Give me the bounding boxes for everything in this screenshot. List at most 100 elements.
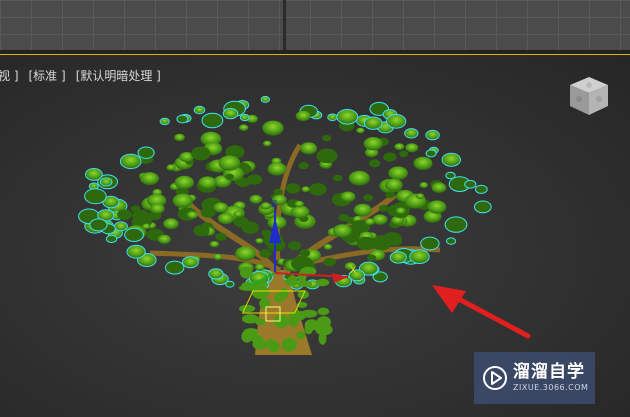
leaf-cluster bbox=[383, 152, 397, 162]
play-logo-icon bbox=[483, 366, 507, 390]
leaf-cluster bbox=[366, 254, 377, 262]
leaf-cluster bbox=[363, 137, 383, 151]
leaf-cluster bbox=[174, 133, 185, 142]
leaf-cluster bbox=[249, 194, 263, 204]
leaf-cluster bbox=[208, 268, 224, 280]
leaf-cluster bbox=[445, 171, 456, 180]
perspective-viewport[interactable]: Z X 视 ] [标准 ] [默认明暗处理 ] 溜溜自学 ZIXUE.3066.… bbox=[0, 54, 630, 417]
watermark-url: ZIXUE.3066.COM bbox=[513, 383, 589, 392]
leaf-cluster bbox=[425, 149, 437, 158]
viewport-label-view[interactable]: 视 ] bbox=[0, 67, 19, 84]
leaf-cluster bbox=[356, 236, 376, 251]
leaf-cluster bbox=[259, 248, 272, 258]
leaf-cluster bbox=[119, 153, 142, 170]
viewport-labels: 视 ] [标准 ] [默认明暗处理 ] bbox=[0, 67, 161, 84]
leaf-cluster bbox=[441, 152, 461, 167]
leaf-cluster bbox=[394, 143, 405, 151]
leaf-cluster bbox=[353, 203, 372, 217]
leaf-cluster bbox=[340, 191, 356, 202]
leaf-cluster bbox=[348, 170, 370, 186]
leaf-cluster bbox=[427, 200, 447, 214]
leaf-cluster bbox=[213, 253, 223, 261]
leaf-cluster bbox=[294, 200, 304, 208]
leaf-cluster bbox=[395, 207, 406, 215]
leaf-cluster bbox=[191, 146, 211, 161]
leaf-cluster bbox=[285, 183, 301, 194]
leaf-cluster bbox=[332, 174, 343, 182]
leaf-cluster bbox=[318, 332, 327, 345]
leaf-cluster bbox=[186, 211, 198, 220]
leaf-cluster bbox=[263, 140, 272, 147]
leaf-cluster bbox=[182, 256, 199, 269]
leaf-cluster bbox=[239, 266, 253, 279]
leaf-cluster bbox=[140, 172, 159, 186]
leaf-cluster bbox=[399, 150, 409, 157]
leaf-cluster bbox=[260, 202, 271, 210]
leaf-cluster bbox=[273, 188, 284, 196]
leaf-cluster bbox=[217, 213, 234, 225]
leaf-cluster bbox=[405, 143, 419, 153]
leaf-cluster bbox=[295, 110, 311, 122]
top-viewport-grid[interactable] bbox=[0, 0, 630, 50]
leaf-cluster bbox=[241, 221, 260, 234]
leaf-cluster bbox=[288, 318, 299, 328]
leaf-cluster bbox=[285, 277, 298, 286]
leaf-cluster bbox=[409, 249, 430, 264]
leaf-cluster bbox=[363, 194, 374, 202]
leaf-cluster bbox=[323, 257, 336, 267]
leaf-cluster bbox=[166, 164, 176, 171]
leaf-cluster bbox=[262, 120, 284, 136]
leaf-cluster bbox=[386, 114, 407, 129]
leaf-cluster bbox=[193, 105, 206, 115]
leaf-cluster bbox=[364, 218, 375, 226]
leaf-cluster bbox=[105, 234, 118, 243]
leaf-cluster bbox=[159, 117, 170, 126]
leaf-cluster bbox=[222, 108, 239, 120]
red-annotation-arrow bbox=[432, 285, 531, 339]
leaf-cluster bbox=[218, 155, 241, 171]
leaf-cluster bbox=[89, 218, 108, 232]
leaf-cluster bbox=[239, 113, 250, 122]
leaf-cluster bbox=[389, 251, 407, 264]
watermark-badge: 溜溜自学 ZIXUE.3066.COM bbox=[474, 352, 595, 404]
leaf-cluster bbox=[163, 218, 179, 230]
leaf-cluster bbox=[368, 159, 381, 168]
leaf-cluster bbox=[363, 116, 383, 130]
leaf-cluster bbox=[85, 168, 103, 181]
gizmo-z-label: Z bbox=[271, 200, 277, 210]
leaf-cluster bbox=[142, 223, 151, 230]
leaf-cluster bbox=[241, 314, 259, 324]
viewport-divider-vertical[interactable] bbox=[283, 0, 286, 50]
leaf-cluster bbox=[327, 113, 338, 122]
leaf-cluster bbox=[238, 284, 257, 291]
leaf-cluster bbox=[267, 340, 280, 353]
viewport-label-standard[interactable]: [标准 ] bbox=[29, 67, 66, 84]
leaf-cluster bbox=[274, 293, 284, 303]
leaf-cluster bbox=[298, 162, 309, 170]
leaf-cluster bbox=[322, 135, 332, 142]
leaf-cluster bbox=[372, 214, 388, 225]
leaf-cluster bbox=[201, 112, 224, 129]
leaf-cluster bbox=[255, 238, 264, 244]
leaf-cluster bbox=[157, 234, 171, 244]
leaf-cluster bbox=[239, 304, 256, 313]
leaf-cluster bbox=[172, 193, 193, 208]
leaf-cluster bbox=[332, 224, 352, 238]
leaf-cluster bbox=[252, 339, 268, 350]
leaf-cluster bbox=[260, 95, 270, 103]
viewcube-icon[interactable] bbox=[566, 73, 612, 119]
leaf-cluster bbox=[267, 162, 287, 176]
gizmo-x-label: X bbox=[350, 266, 356, 276]
leaf-cluster bbox=[420, 236, 440, 251]
leaf-cluster bbox=[316, 148, 338, 164]
viewport-label-shading[interactable]: [默认明暗处理 ] bbox=[76, 67, 161, 84]
leaf-cluster bbox=[198, 176, 217, 189]
leaf-cluster bbox=[338, 213, 350, 222]
leaf-cluster bbox=[431, 182, 447, 193]
leaf-cluster bbox=[474, 184, 488, 194]
leaf-cluster bbox=[378, 205, 389, 212]
leaf-cluster bbox=[323, 244, 333, 250]
leaf-cluster bbox=[243, 328, 259, 335]
leaf-cluster bbox=[117, 209, 133, 221]
leaf-cluster bbox=[473, 200, 492, 214]
